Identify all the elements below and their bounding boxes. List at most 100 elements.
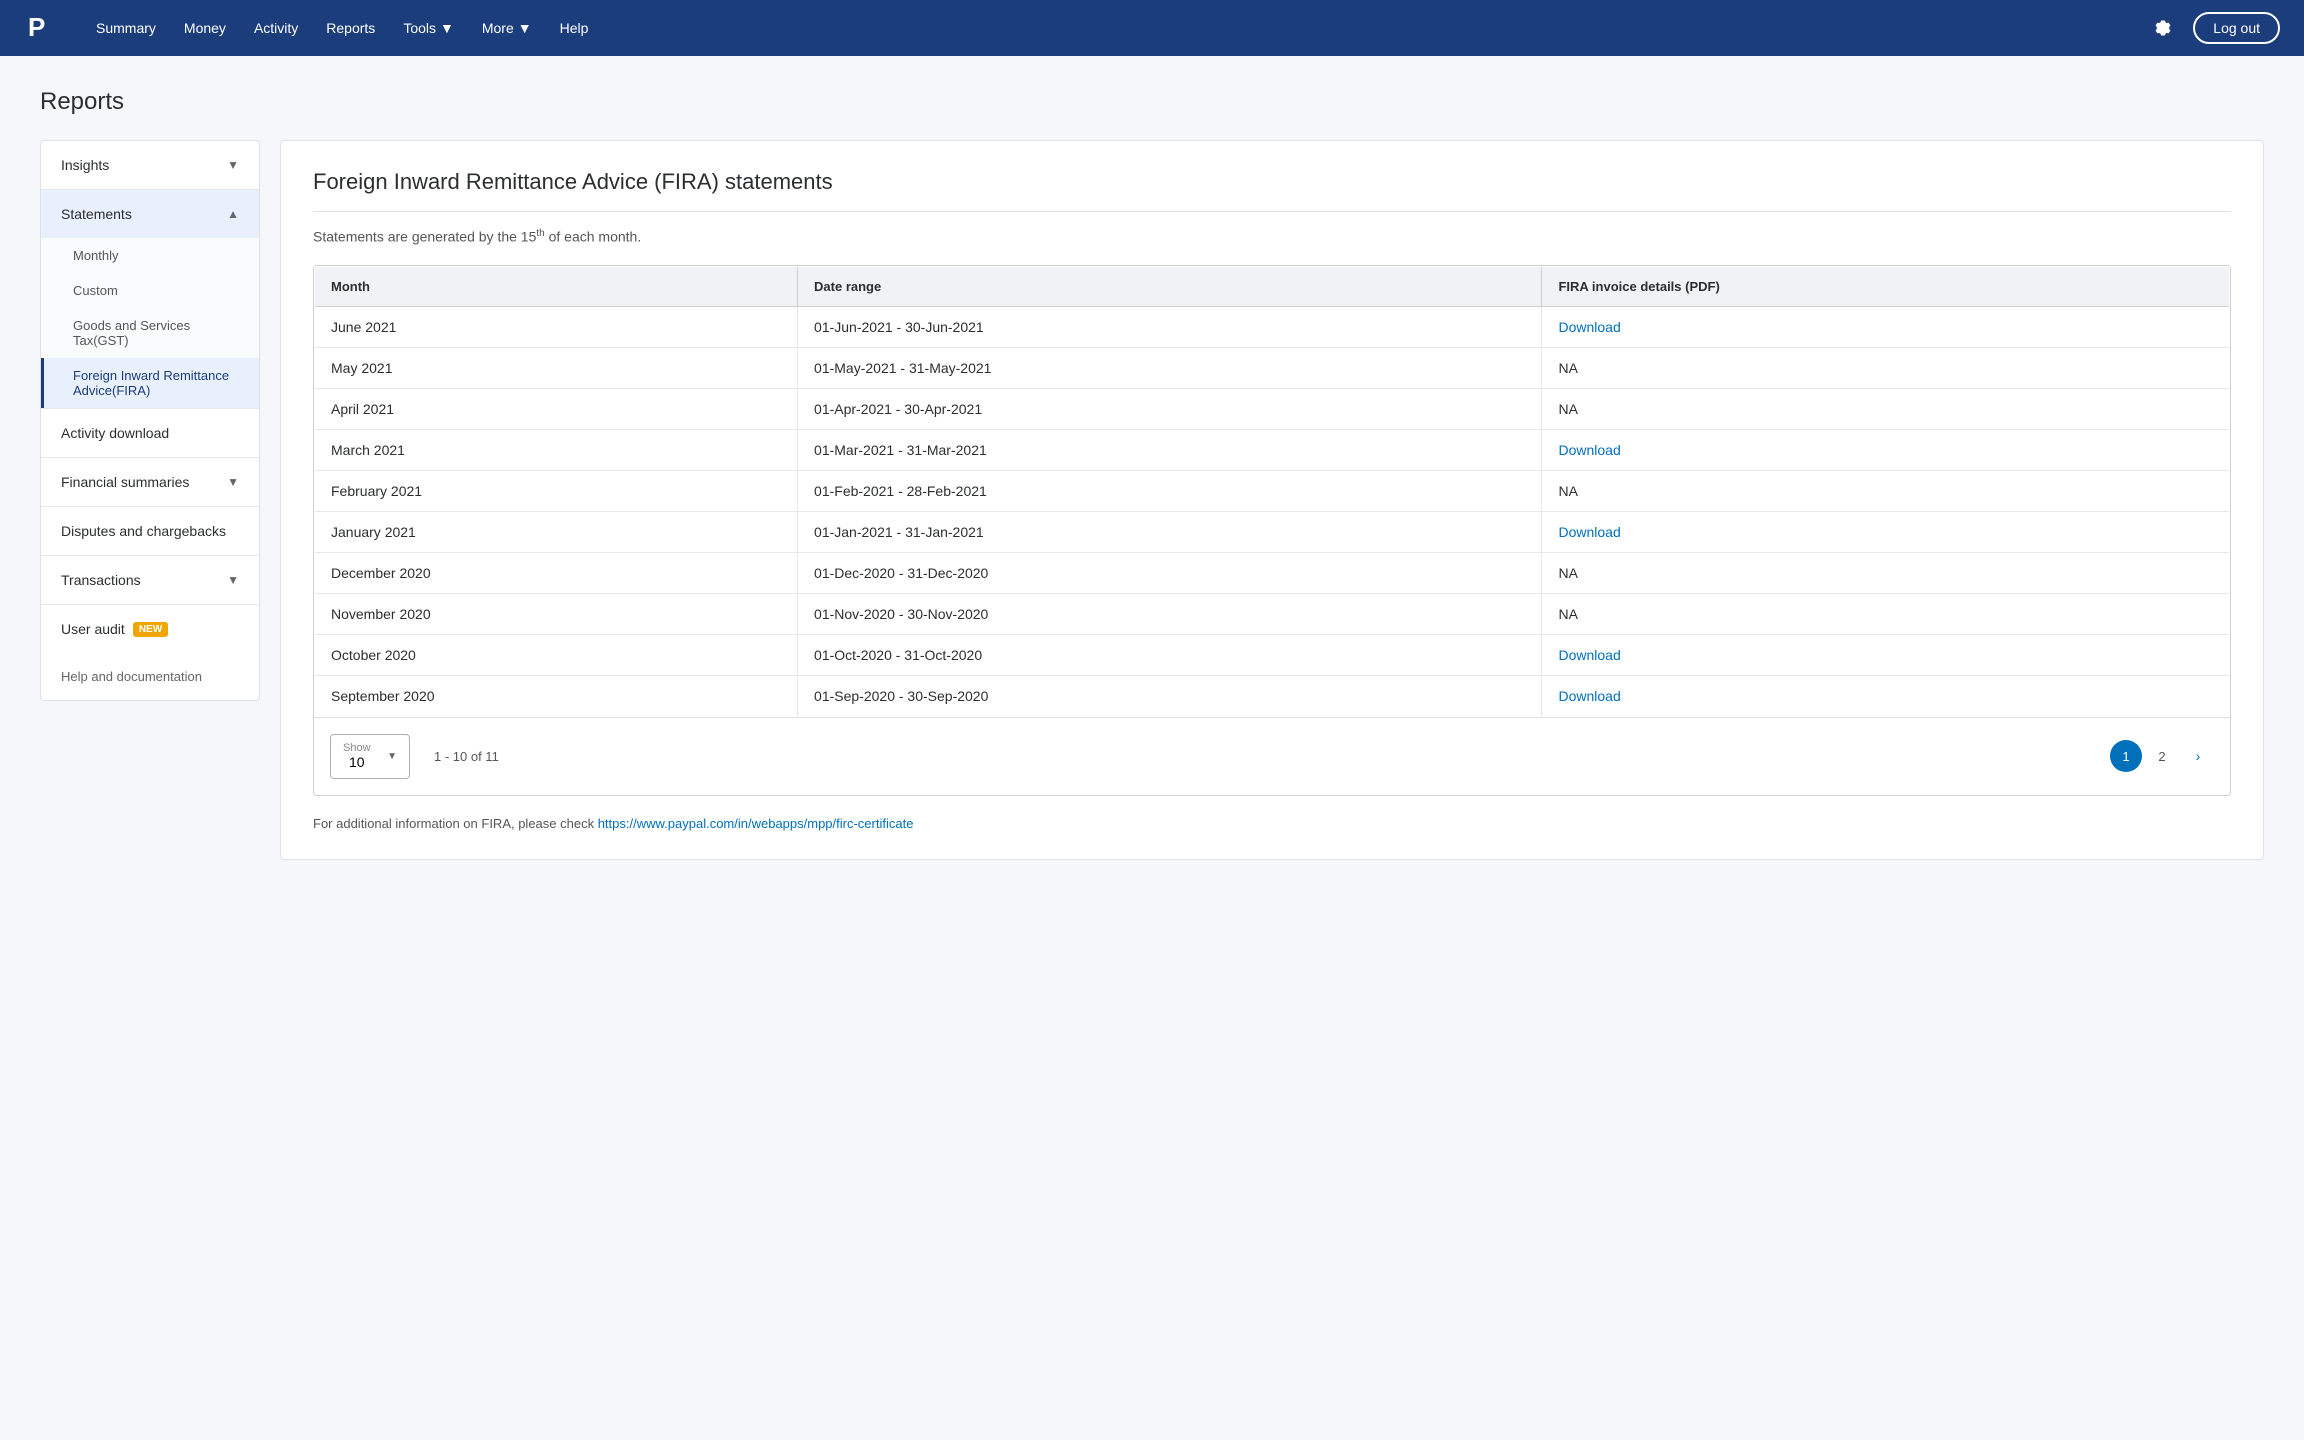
table-row: April 202101-Apr-2021 - 30-Apr-2021NA bbox=[315, 388, 2230, 429]
sidebar-financial-header[interactable]: Financial summaries ▼ bbox=[41, 458, 259, 506]
table-row: March 202101-Mar-2021 - 31-Mar-2021 Downl… bbox=[315, 429, 2230, 470]
sidebar-item-disputes[interactable]: Disputes and chargebacks bbox=[41, 507, 259, 556]
cell-month: June 2021 bbox=[315, 306, 798, 347]
footer-note: For additional information on FIRA, plea… bbox=[313, 816, 2231, 831]
cell-pdf: NA bbox=[1542, 552, 2230, 593]
col-date-range: Date range bbox=[798, 266, 1542, 306]
main-layout: Insights ▼ Statements ▲ Monthly Custom G… bbox=[40, 140, 2264, 860]
sidebar-section-statements: Statements ▲ Monthly Custom Goods and Se… bbox=[41, 190, 259, 409]
cell-month: December 2020 bbox=[315, 552, 798, 593]
content-subtitle: Statements are generated by the 15th of … bbox=[313, 228, 2231, 245]
sidebar-item-custom[interactable]: Custom bbox=[41, 273, 259, 308]
next-page-button[interactable]: › bbox=[2182, 740, 2214, 772]
cell-date-range: 01-Oct-2020 - 31-Oct-2020 bbox=[798, 634, 1542, 675]
cell-pdf[interactable]: Download bbox=[1542, 675, 2230, 716]
chevron-down-icon: ▼ bbox=[227, 475, 239, 489]
sidebar-insights-header[interactable]: Insights ▼ bbox=[41, 141, 259, 189]
gear-icon bbox=[2153, 18, 2173, 38]
nav-activity[interactable]: Activity bbox=[242, 12, 310, 44]
download-link[interactable]: Download bbox=[1558, 688, 1620, 704]
page-range-info: 1 - 10 of 11 bbox=[434, 749, 499, 764]
chevron-up-icon: ▲ bbox=[227, 207, 239, 221]
nav-money[interactable]: Money bbox=[172, 12, 238, 44]
download-link[interactable]: Download bbox=[1558, 524, 1620, 540]
download-link[interactable]: Download bbox=[1558, 647, 1620, 663]
sidebar-section-transactions: Transactions ▼ bbox=[41, 556, 259, 605]
content-title: Foreign Inward Remittance Advice (FIRA) … bbox=[313, 169, 2231, 195]
col-pdf: FIRA invoice details (PDF) bbox=[1542, 266, 2230, 306]
chevron-down-icon: ▼ bbox=[227, 158, 239, 172]
sidebar-statements-submenu: Monthly Custom Goods and Services Tax(GS… bbox=[41, 238, 259, 408]
cell-date-range: 01-Feb-2021 - 28-Feb-2021 bbox=[798, 470, 1542, 511]
nav-tools[interactable]: Tools ▼ bbox=[391, 12, 466, 44]
cell-date-range: 01-Jun-2021 - 30-Jun-2021 bbox=[798, 306, 1542, 347]
table-row: January 202101-Jan-2021 - 31-Jan-2021 Dow… bbox=[315, 511, 2230, 552]
table-row: November 202001-Nov-2020 - 30-Nov-2020NA bbox=[315, 593, 2230, 634]
table-row: December 202001-Dec-2020 - 31-Dec-2020NA bbox=[315, 552, 2230, 593]
cell-month: November 2020 bbox=[315, 593, 798, 634]
content-divider bbox=[313, 211, 2231, 212]
cell-pdf[interactable]: Download bbox=[1542, 511, 2230, 552]
page-wrapper: Reports Insights ▼ Statements ▲ Monthly … bbox=[0, 56, 2304, 892]
dropdown-chevron-icon: ▼ bbox=[387, 751, 397, 762]
logo: P bbox=[24, 12, 56, 44]
show-count-button[interactable]: Show 10 ▼ bbox=[330, 734, 410, 779]
cell-month: February 2021 bbox=[315, 470, 798, 511]
sidebar-transactions-header[interactable]: Transactions ▼ bbox=[41, 556, 259, 604]
cell-pdf[interactable]: Download bbox=[1542, 634, 2230, 675]
fira-table: Month Date range FIRA invoice details (P… bbox=[314, 266, 2230, 717]
cell-month: March 2021 bbox=[315, 429, 798, 470]
page-1-button[interactable]: 1 bbox=[2110, 740, 2142, 772]
col-month: Month bbox=[315, 266, 798, 306]
table-row: September 202001-Sep-2020 - 30-Sep-2020 D… bbox=[315, 675, 2230, 716]
sidebar-item-activity-download[interactable]: Activity download bbox=[41, 409, 259, 458]
main-nav: Summary Money Activity Reports Tools ▼ M… bbox=[84, 12, 2145, 44]
settings-button[interactable] bbox=[2145, 10, 2181, 46]
header-actions: Log out bbox=[2145, 10, 2280, 46]
new-badge: NEW bbox=[133, 622, 168, 637]
nav-reports[interactable]: Reports bbox=[314, 12, 387, 44]
cell-date-range: 01-Sep-2020 - 30-Sep-2020 bbox=[798, 675, 1542, 716]
logout-button[interactable]: Log out bbox=[2193, 12, 2280, 44]
page-title: Reports bbox=[40, 88, 2264, 116]
nav-more[interactable]: More ▼ bbox=[470, 12, 544, 44]
sidebar-section-financial: Financial summaries ▼ bbox=[41, 458, 259, 507]
sidebar-help[interactable]: Help and documentation bbox=[41, 653, 259, 700]
cell-month: January 2021 bbox=[315, 511, 798, 552]
cell-pdf[interactable]: Download bbox=[1542, 306, 2230, 347]
cell-pdf[interactable]: Download bbox=[1542, 429, 2230, 470]
sidebar: Insights ▼ Statements ▲ Monthly Custom G… bbox=[40, 140, 260, 701]
main-content: Foreign Inward Remittance Advice (FIRA) … bbox=[280, 140, 2264, 860]
table-row: June 202101-Jun-2021 - 30-Jun-2021 Downlo… bbox=[315, 306, 2230, 347]
page-2-button[interactable]: 2 bbox=[2146, 740, 2178, 772]
pagination: 1 2 › bbox=[2110, 740, 2214, 772]
cell-pdf: NA bbox=[1542, 388, 2230, 429]
fira-table-container: Month Date range FIRA invoice details (P… bbox=[313, 265, 2231, 796]
cell-month: September 2020 bbox=[315, 675, 798, 716]
cell-month: May 2021 bbox=[315, 347, 798, 388]
sidebar-item-user-audit[interactable]: User audit NEW bbox=[41, 605, 259, 653]
cell-month: April 2021 bbox=[315, 388, 798, 429]
chevron-down-icon: ▼ bbox=[227, 573, 239, 587]
cell-date-range: 01-May-2021 - 31-May-2021 bbox=[798, 347, 1542, 388]
table-row: May 202101-May-2021 - 31-May-2021NA bbox=[315, 347, 2230, 388]
sidebar-statements-header[interactable]: Statements ▲ bbox=[41, 190, 259, 238]
cell-date-range: 01-Mar-2021 - 31-Mar-2021 bbox=[798, 429, 1542, 470]
cell-month: October 2020 bbox=[315, 634, 798, 675]
sidebar-item-monthly[interactable]: Monthly bbox=[41, 238, 259, 273]
cell-date-range: 01-Dec-2020 - 31-Dec-2020 bbox=[798, 552, 1542, 593]
cell-date-range: 01-Apr-2021 - 30-Apr-2021 bbox=[798, 388, 1542, 429]
cell-date-range: 01-Jan-2021 - 31-Jan-2021 bbox=[798, 511, 1542, 552]
header: P Summary Money Activity Reports Tools ▼… bbox=[0, 0, 2304, 56]
fira-link[interactable]: https://www.paypal.com/in/webapps/mpp/fi… bbox=[598, 816, 914, 831]
sidebar-item-fira[interactable]: Foreign Inward Remittance Advice(FIRA) bbox=[41, 358, 259, 408]
svg-text:P: P bbox=[28, 12, 45, 42]
download-link[interactable]: Download bbox=[1558, 442, 1620, 458]
cell-pdf: NA bbox=[1542, 593, 2230, 634]
cell-date-range: 01-Nov-2020 - 30-Nov-2020 bbox=[798, 593, 1542, 634]
sidebar-item-gst[interactable]: Goods and Services Tax(GST) bbox=[41, 308, 259, 358]
nav-help[interactable]: Help bbox=[548, 12, 601, 44]
download-link[interactable]: Download bbox=[1558, 319, 1620, 335]
chevron-down-icon: ▼ bbox=[518, 20, 532, 36]
nav-summary[interactable]: Summary bbox=[84, 12, 168, 44]
